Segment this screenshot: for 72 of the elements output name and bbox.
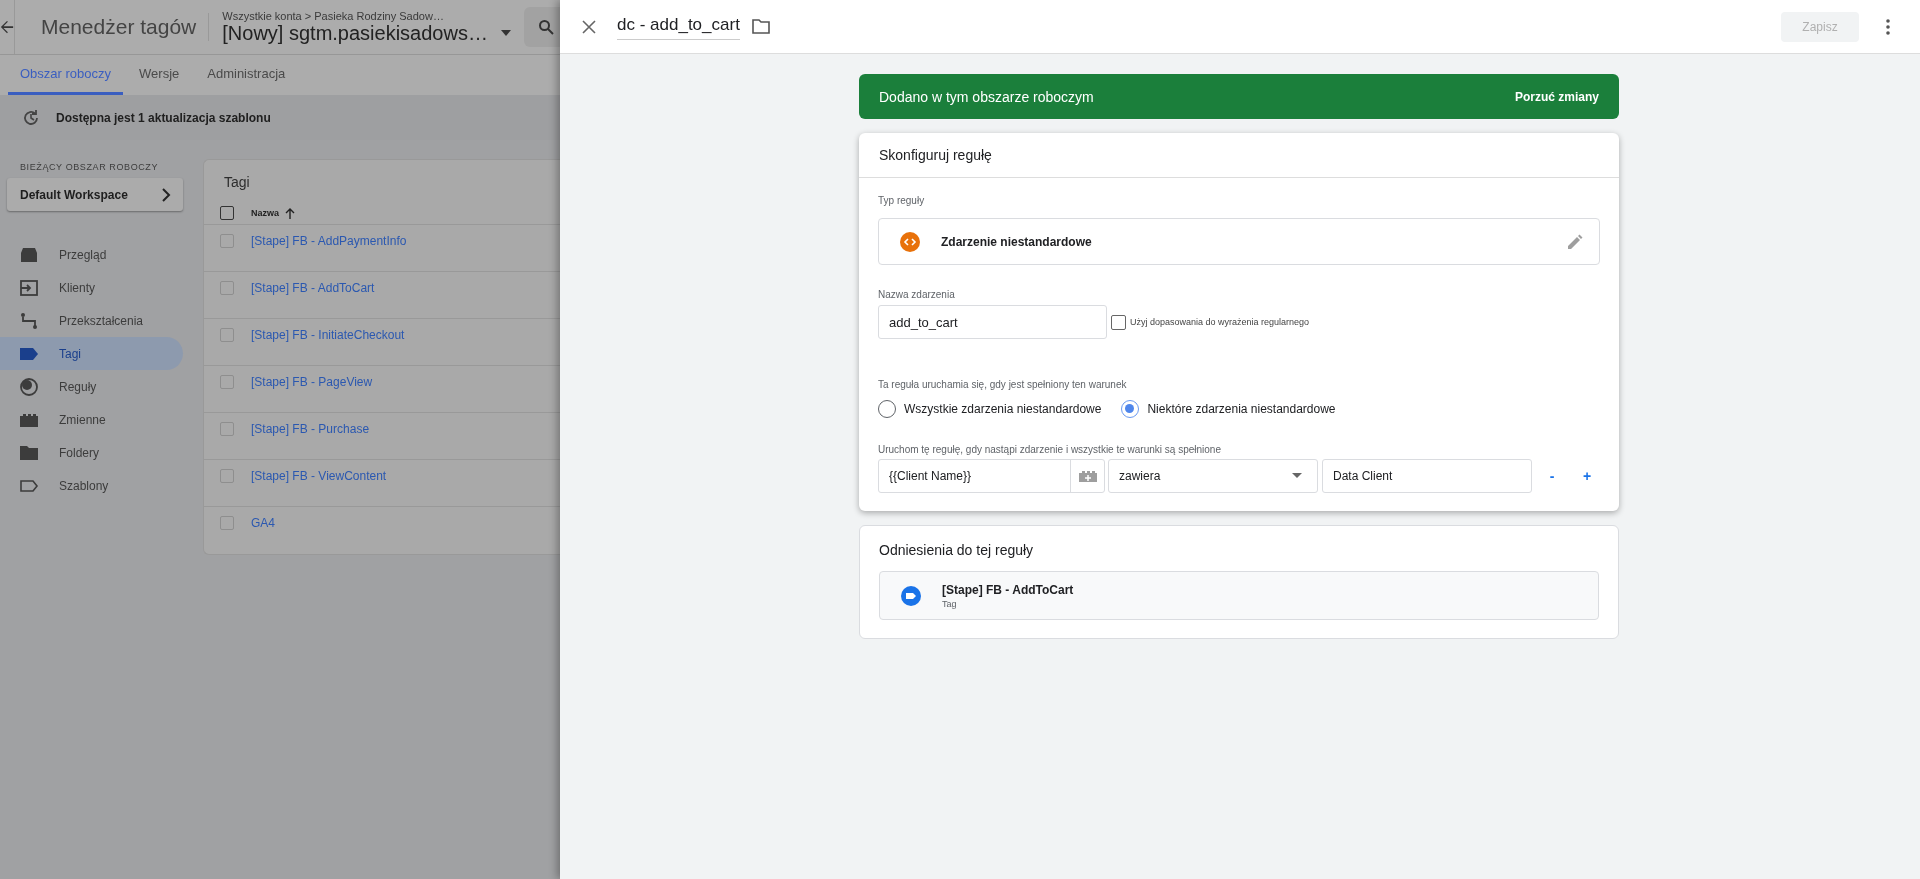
field-label: Uruchom tę regułę, gdy nastąpi zdarzenie i wszystkie te warunki są spełnione [878, 444, 1221, 455]
field-label: Typ reguły [878, 195, 925, 206]
transformation-icon [19, 310, 39, 331]
product-name: Menedżer tagów [41, 13, 210, 41]
row-checkbox[interactable] [220, 234, 234, 248]
tag-link[interactable]: [Stape] FB - AddPaymentInfo [251, 234, 407, 248]
more-options-icon [1886, 18, 1890, 35]
pencil-icon[interactable] [1567, 233, 1583, 250]
chevron-right-icon [161, 187, 171, 202]
nav-tab[interactable]: Wersje [127, 55, 192, 95]
reference-item[interactable]: [Stape] FB - AddToCart Tag [879, 571, 1599, 620]
trigger-icon [19, 376, 39, 397]
operator-dropdown[interactable]: zawiera [1108, 459, 1318, 493]
sidebar-item[interactable]: Tagi [0, 337, 183, 370]
update-notice-text: Dostępna jest 1 aktualizacja szablonu [56, 110, 271, 125]
trigger-name-field[interactable]: dc - add_to_cart [617, 13, 740, 40]
card-title: Tagi [223, 173, 251, 192]
search-icon [537, 19, 554, 35]
caret-icon [1292, 473, 1302, 479]
row-checkbox[interactable] [220, 281, 234, 295]
column-header[interactable]: Nazwa [251, 206, 295, 220]
status-text: Dodano w tym obszarze roboczym [879, 88, 1094, 105]
sidebar-item[interactable]: Szablony [0, 469, 183, 502]
remove-condition-button[interactable]: - [1537, 461, 1567, 491]
radio-label[interactable]: Wszystkie zdarzenia niestandardowe [904, 402, 1102, 416]
breadcrumb[interactable]: Wszystkie konta > Pasieka Rodziny Sadow… [222, 9, 512, 22]
reference-type: Tag [942, 598, 958, 609]
caret-icon [499, 29, 512, 37]
row-checkbox[interactable] [220, 469, 234, 483]
field-label: Nazwa zdarzenia [878, 289, 955, 300]
sidebar-item[interactable]: Przekształcenia [0, 304, 183, 337]
close-icon [582, 19, 596, 34]
tag-link[interactable]: GA4 [251, 516, 275, 530]
nav-tab[interactable]: Administracja [195, 55, 298, 95]
tag-icon [900, 584, 922, 607]
trigger-type-selector[interactable]: Zdarzenie niestandardowe [878, 218, 1600, 265]
radio-label[interactable]: Niektóre zdarzenia niestandardowe [1147, 402, 1336, 416]
regex-checkbox[interactable]: Użyj dopasowania do wyrażenia regularnego [1111, 314, 1310, 330]
client-icon [19, 277, 39, 298]
back-button[interactable] [0, 0, 15, 55]
sidebar-item[interactable]: Przegląd [0, 238, 183, 271]
container-selector[interactable]: [Nowy] sgtm.pasiekisadows… [222, 21, 512, 45]
event-name-field[interactable]: add_to_cart [878, 305, 1107, 339]
card-title: Skonfiguruj regułę [879, 147, 992, 163]
sidebar-item[interactable]: Reguły [0, 370, 183, 403]
tag-link[interactable]: [Stape] FB - InitiateCheckout [251, 328, 405, 342]
sidebar-item[interactable]: Foldery [0, 436, 183, 469]
row-checkbox[interactable] [220, 375, 234, 389]
variable-block-icon [1077, 470, 1098, 482]
update-icon [22, 108, 40, 127]
folder-icon[interactable] [751, 19, 770, 34]
workspace-selector[interactable]: Default Workspace [7, 178, 183, 211]
value-field[interactable]: Data Client [1322, 459, 1532, 493]
code-brackets-icon [899, 230, 921, 253]
row-checkbox[interactable] [220, 328, 234, 342]
variable-field[interactable]: {{Client Name}} [878, 459, 1105, 493]
row-checkbox[interactable] [220, 422, 234, 436]
sidebar-item[interactable]: Zmienne [0, 403, 183, 436]
tag-link[interactable]: [Stape] FB - ViewContent [251, 469, 387, 483]
tag-link[interactable]: [Stape] FB - AddToCart [251, 281, 375, 295]
workspace-heading: BIEŻĄCY OBSZAR ROBOCZY [19, 162, 160, 172]
field-label: Ta reguła uruchamia się, gdy jest spełniony ten warunek [878, 379, 1127, 390]
card-title: Odniesienia do tej reguły [879, 541, 1035, 560]
reference-name: [Stape] FB - AddToCart [942, 582, 1074, 597]
discard-changes-button[interactable]: Porzuć zmiany [1514, 89, 1599, 104]
tag-link[interactable]: [Stape] FB - Purchase [251, 422, 370, 436]
row-checkbox[interactable] [220, 516, 234, 530]
tag-link[interactable]: [Stape] FB - PageView [251, 375, 373, 389]
sidebar-item[interactable]: Klienty [0, 271, 183, 304]
select-all-checkbox[interactable] [220, 206, 234, 221]
add-condition-button[interactable]: + [1572, 461, 1602, 491]
back-arrow-icon [0, 20, 14, 34]
